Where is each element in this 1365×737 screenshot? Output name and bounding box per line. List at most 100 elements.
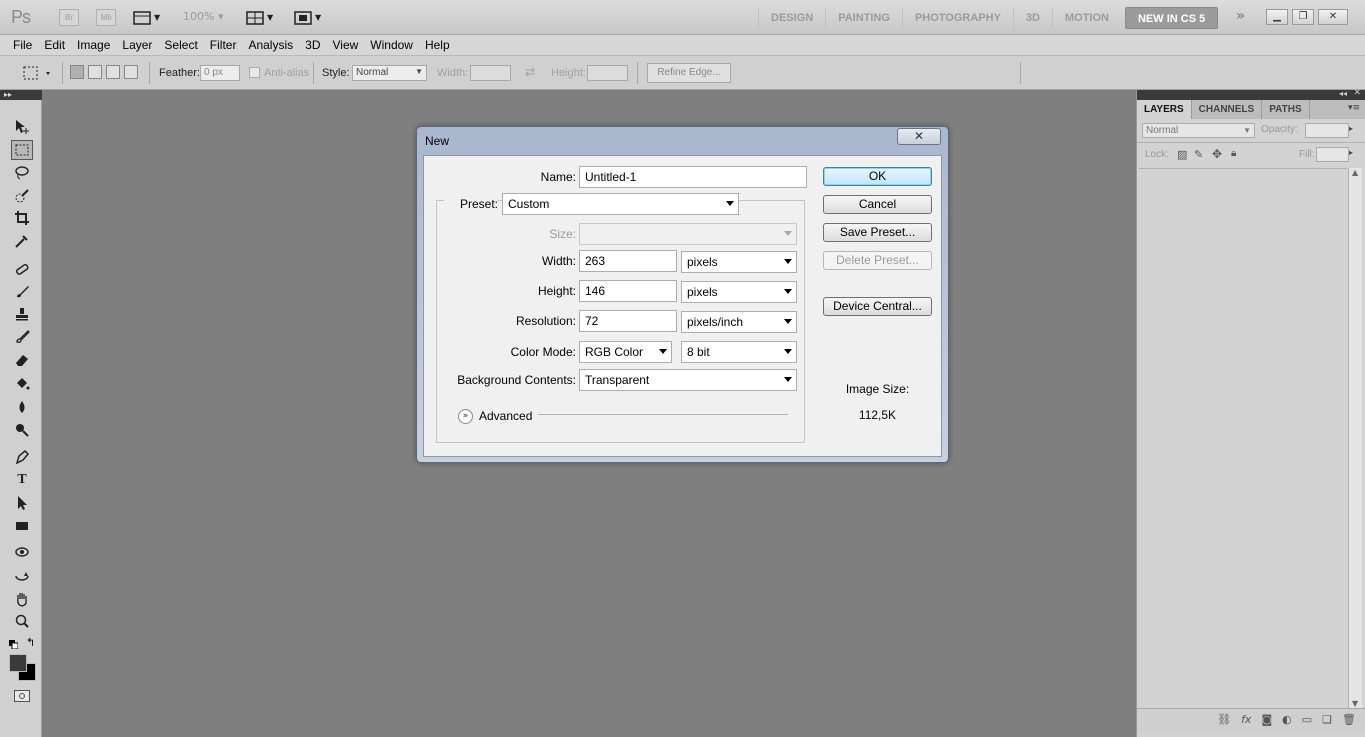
healing-brush-tool-icon[interactable] — [11, 259, 33, 279]
new-layer-icon[interactable]: ❏ — [1322, 713, 1332, 728]
menu-view[interactable]: View — [326, 38, 364, 52]
restore-window-button[interactable]: ❐ — [1292, 9, 1314, 25]
swap-colors-icon[interactable]: ↰ — [26, 636, 35, 649]
dodge-tool-icon[interactable] — [11, 420, 33, 440]
layers-scrollbar[interactable]: ▲ ▼ — [1348, 168, 1362, 708]
fill-slider-arrow-icon[interactable]: ▸ — [1349, 148, 1353, 157]
new-group-icon[interactable]: ▭ — [1302, 713, 1312, 728]
minimize-window-button[interactable]: ▁ — [1266, 9, 1288, 25]
resolution-input[interactable]: 72 — [579, 310, 677, 332]
workspace-design[interactable]: DESIGN — [758, 7, 825, 29]
workspace-motion[interactable]: MOTION — [1051, 7, 1121, 29]
layer-style-icon[interactable]: fx — [1241, 713, 1251, 728]
tool-preset-picker[interactable] — [22, 65, 56, 84]
type-tool-icon[interactable]: T — [11, 470, 33, 490]
ok-button[interactable]: OK — [823, 167, 932, 186]
height-input[interactable] — [587, 65, 628, 81]
menu-layer[interactable]: Layer — [116, 38, 158, 52]
width-input[interactable] — [470, 65, 511, 81]
launch-minibridge-button[interactable]: Mb — [96, 9, 116, 26]
width-input[interactable]: 263 — [579, 250, 677, 272]
3d-orbit-tool-icon[interactable] — [11, 566, 33, 586]
foreground-color-swatch[interactable] — [9, 654, 27, 672]
eyedropper-tool-icon[interactable] — [11, 231, 33, 251]
size-dropdown[interactable] — [579, 223, 797, 245]
background-contents-dropdown[interactable]: Transparent — [579, 369, 797, 391]
zoom-tool-icon[interactable] — [11, 611, 33, 631]
close-window-button[interactable]: ✕ — [1318, 9, 1348, 25]
lasso-tool-icon[interactable] — [11, 163, 33, 183]
advanced-expand-icon[interactable]: » — [458, 409, 473, 424]
subtract-from-selection-button[interactable] — [106, 65, 120, 79]
dialog-close-button[interactable]: ✕ — [897, 128, 941, 145]
menu-3d[interactable]: 3D — [299, 38, 326, 52]
menu-image[interactable]: Image — [71, 38, 116, 52]
tab-paths[interactable]: PATHS — [1262, 100, 1310, 119]
opacity-input[interactable] — [1305, 123, 1349, 138]
scroll-down-icon[interactable]: ▼ — [1352, 699, 1358, 708]
arrange-documents-dropdown[interactable]: ▼ — [246, 9, 273, 26]
quick-mask-icon[interactable] — [14, 690, 30, 702]
view-extras-dropdown[interactable]: ▼ — [133, 9, 160, 26]
swap-dimensions-icon[interactable]: ⇄ — [525, 65, 535, 79]
cancel-button[interactable]: Cancel — [823, 195, 932, 214]
fill-input[interactable] — [1316, 147, 1349, 162]
screen-mode-dropdown[interactable]: ▼ — [294, 9, 321, 26]
blur-tool-icon[interactable] — [11, 397, 33, 417]
add-mask-icon[interactable]: ◙ — [1261, 713, 1272, 728]
path-selection-tool-icon[interactable] — [11, 493, 33, 513]
lock-transparency-icon[interactable]: ▨ — [1177, 148, 1187, 161]
panel-menu-icon[interactable]: ▾≡ — [1348, 103, 1360, 113]
link-layers-icon[interactable]: ⛓ — [1217, 713, 1231, 728]
antialias-checkbox[interactable] — [249, 67, 260, 78]
more-workspaces-icon[interactable]: » — [1236, 8, 1245, 24]
clone-stamp-tool-icon[interactable] — [11, 304, 33, 324]
launch-bridge-button[interactable]: Br — [59, 9, 79, 26]
style-dropdown[interactable]: Normal ▼ — [352, 65, 427, 81]
zoom-level-dropdown[interactable]: 100% ▾ — [183, 10, 223, 23]
menu-file[interactable]: File — [7, 38, 38, 52]
crop-tool-icon[interactable] — [11, 208, 33, 228]
paint-bucket-tool-icon[interactable] — [11, 374, 33, 394]
history-brush-tool-icon[interactable] — [11, 327, 33, 347]
bit-depth-dropdown[interactable]: 8 bit — [681, 341, 797, 363]
pen-tool-icon[interactable] — [11, 447, 33, 467]
close-panel-icon[interactable]: ✕ — [1353, 88, 1361, 98]
delete-preset-button[interactable]: Delete Preset... — [823, 251, 932, 270]
lock-pixels-icon[interactable]: ✎ — [1194, 148, 1203, 161]
menu-edit[interactable]: Edit — [38, 38, 71, 52]
save-preset-button[interactable]: Save Preset... — [823, 223, 932, 242]
delete-layer-icon[interactable]: 🗑︎ — [1342, 713, 1356, 728]
color-mode-dropdown[interactable]: RGB Color — [579, 341, 672, 363]
menu-analysis[interactable]: Analysis — [242, 38, 299, 52]
advanced-label[interactable]: Advanced — [479, 409, 532, 423]
brush-tool-icon[interactable] — [11, 282, 33, 302]
resolution-unit-dropdown[interactable]: pixels/inch — [681, 311, 797, 333]
workspace-3d[interactable]: 3D — [1012, 7, 1052, 29]
width-unit-dropdown[interactable]: pixels — [681, 251, 797, 273]
add-to-selection-button[interactable] — [88, 65, 102, 79]
height-unit-dropdown[interactable]: pixels — [681, 281, 797, 303]
scroll-up-icon[interactable]: ▲ — [1352, 168, 1358, 177]
toolbox-collapse-icon[interactable]: ▸▸ — [0, 90, 42, 100]
collapse-panel-icon[interactable]: ◂◂ — [1339, 89, 1347, 98]
tab-layers[interactable]: LAYERS — [1137, 100, 1192, 119]
move-tool-icon[interactable] — [11, 117, 33, 137]
menu-help[interactable]: Help — [419, 38, 456, 52]
refine-edge-button[interactable]: Refine Edge... — [647, 63, 731, 83]
preset-dropdown[interactable]: Custom — [502, 193, 739, 215]
height-input[interactable]: 146 — [579, 280, 677, 302]
opacity-slider-arrow-icon[interactable]: ▸ — [1349, 124, 1353, 133]
blend-mode-dropdown[interactable]: Normal ▼ — [1142, 123, 1255, 138]
hand-tool-icon[interactable] — [11, 589, 33, 609]
workspace-painting[interactable]: PAINTING — [825, 7, 902, 29]
lock-all-icon[interactable]: 🔒︎ — [1231, 148, 1236, 159]
new-selection-button[interactable] — [70, 65, 84, 79]
tab-channels[interactable]: CHANNELS — [1192, 100, 1263, 119]
workspace-new-in-cs5[interactable]: NEW IN CS 5 — [1124, 7, 1219, 29]
default-colors-icon[interactable] — [9, 638, 19, 650]
name-input[interactable]: Untitled-1 — [579, 166, 807, 188]
quick-selection-tool-icon[interactable] — [11, 186, 33, 206]
menu-filter[interactable]: Filter — [204, 38, 243, 52]
feather-input[interactable]: 0 px — [200, 65, 240, 81]
